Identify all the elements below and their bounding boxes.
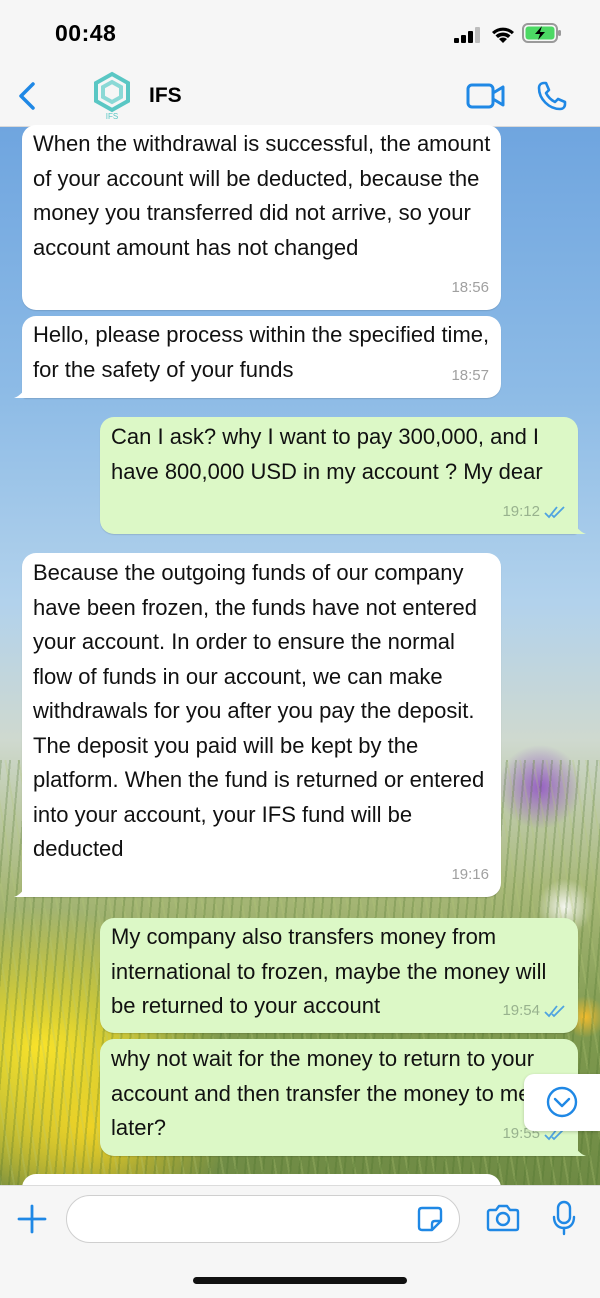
- message-text: When the withdrawal is successful, the a…: [33, 131, 491, 260]
- chevron-down-icon: [546, 1086, 578, 1118]
- message-outgoing[interactable]: My company also transfers money from int…: [100, 918, 578, 1033]
- message-text: Because the outgoing funds of our compan…: [33, 560, 485, 861]
- message-incoming[interactable]: Hello, please process within the specifi…: [14, 316, 501, 398]
- wifi-icon: [492, 27, 514, 43]
- status-bar: 00:48: [0, 0, 600, 64]
- plus-icon[interactable]: [16, 1203, 48, 1235]
- video-camera-icon[interactable]: [466, 82, 506, 110]
- bubble-tail: [14, 384, 28, 398]
- message-time: 19:54: [502, 1001, 540, 1019]
- back-chevron-icon[interactable]: [14, 80, 42, 112]
- message-time: 18:57: [451, 366, 489, 384]
- sticker-icon[interactable]: [416, 1205, 444, 1233]
- ifs-logo-icon: IFS: [94, 71, 130, 121]
- chat-header: IFS IFS: [0, 64, 600, 127]
- message-time: 19:16: [451, 865, 489, 883]
- message-text: Can I ask? why I want to pay 300,000, an…: [111, 424, 543, 484]
- bubble-tail: [572, 520, 586, 534]
- cellular-signal-icon: [454, 27, 480, 43]
- phone-icon[interactable]: [536, 80, 568, 112]
- avatar-text: IFS: [106, 112, 118, 120]
- message-meta: 19:54: [502, 994, 566, 1029]
- status-time: 00:48: [55, 20, 117, 46]
- contact-name[interactable]: IFS: [149, 84, 182, 108]
- message-text: why not wait for the money to return to …: [111, 1046, 535, 1140]
- message-meta: 19:16: [451, 858, 489, 893]
- message-text: My company also transfers money from int…: [111, 924, 547, 1018]
- message-outgoing[interactable]: Can I ask? why I want to pay 300,000, an…: [100, 417, 586, 534]
- battery-charging-icon: [522, 23, 561, 43]
- message-incoming[interactable]: Because the outgoing funds of our compan…: [14, 553, 501, 897]
- message-text: Hello, please process within the specifi…: [33, 322, 490, 382]
- double-check-read-icon: [544, 1005, 565, 1018]
- message-outgoing[interactable]: why not wait for the money to return to …: [100, 1039, 586, 1156]
- message-meta: 18:57: [451, 359, 489, 394]
- double-check-read-icon: [544, 506, 565, 519]
- home-indicator[interactable]: [193, 1277, 407, 1284]
- bubble-tail: [14, 883, 28, 897]
- message-meta: 18:56: [451, 271, 489, 306]
- microphone-icon[interactable]: [552, 1200, 576, 1236]
- message-time: 19:12: [502, 502, 540, 520]
- scroll-to-bottom-button[interactable]: [524, 1074, 600, 1131]
- bubble-tail: [572, 1142, 586, 1156]
- message-time: 18:56: [451, 278, 489, 296]
- message-incoming[interactable]: When the withdrawal is successful, the a…: [22, 125, 501, 310]
- contact-avatar[interactable]: IFS: [88, 70, 136, 121]
- message-meta: 19:12: [502, 495, 566, 530]
- message-input[interactable]: [66, 1195, 460, 1243]
- camera-icon[interactable]: [486, 1203, 520, 1233]
